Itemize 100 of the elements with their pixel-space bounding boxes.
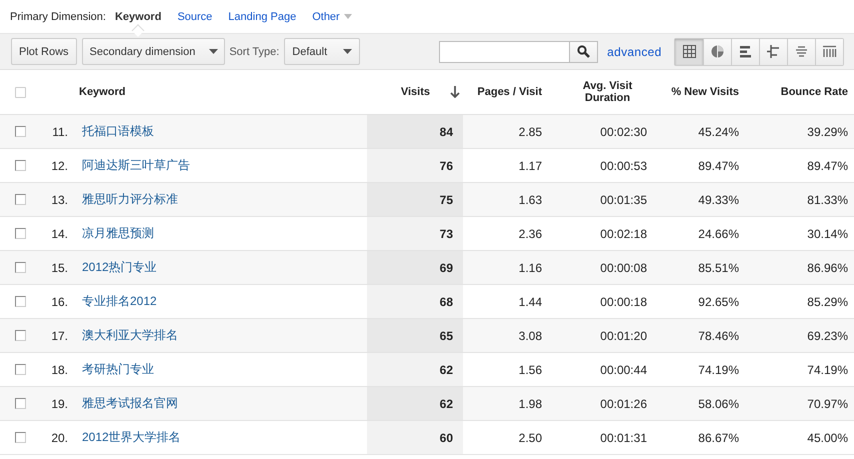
table-cell: 3.08: [518, 328, 542, 342]
keyword-link[interactable]: 2012热门专业: [82, 259, 157, 276]
plot-rows-button[interactable]: Plot Rows: [11, 38, 77, 65]
table-cell: 30.14%: [807, 226, 848, 240]
caret-icon: [343, 49, 352, 54]
row-number: 18.: [51, 362, 68, 376]
keyword-link[interactable]: 阿迪达斯三叶草广告: [82, 157, 190, 174]
table-cell: 73: [440, 226, 453, 240]
row-checkbox[interactable]: [15, 228, 26, 239]
column-header[interactable]: Bounce Rate: [780, 86, 848, 98]
keyword-link[interactable]: 考研热门专业: [82, 361, 154, 378]
table-cell: 62: [440, 362, 453, 376]
term-cloud-icon: [795, 46, 808, 57]
row-checkbox[interactable]: [15, 160, 26, 171]
table-cell: 69.23%: [807, 328, 848, 342]
row-checkbox[interactable]: [15, 296, 26, 307]
table-cell: 00:00:18: [600, 294, 647, 308]
sort-type-dropdown[interactable]: Default: [284, 38, 360, 65]
keyword-link[interactable]: 澳大利亚大学排名: [82, 327, 178, 344]
row-checkbox[interactable]: [15, 432, 26, 443]
advanced-link[interactable]: advanced: [607, 44, 662, 58]
select-all-checkbox[interactable]: [15, 86, 26, 98]
column-header[interactable]: Keyword: [79, 86, 126, 98]
table-cell: 85.51%: [698, 260, 739, 274]
table-cell: 60: [440, 430, 453, 444]
table-cell: 00:00:53: [600, 158, 647, 172]
row-number: 11.: [52, 124, 68, 138]
view-button[interactable]: [675, 38, 703, 64]
sort-type-label: Sort Type:: [229, 46, 280, 58]
row-checkbox[interactable]: [15, 398, 26, 409]
table-cell: 86.67%: [698, 430, 739, 444]
row-number: 13.: [51, 192, 68, 206]
table-cell: 74.19%: [807, 362, 848, 376]
keyword-link[interactable]: 雅思考试报名官网: [82, 395, 178, 412]
table-cell: 1.17: [518, 158, 542, 172]
keyword-link[interactable]: 托福口语模板: [82, 123, 154, 140]
selected-dimension[interactable]: Keyword: [114, 10, 162, 22]
column-header[interactable]: Avg. Visit Duration: [572, 80, 642, 104]
table-cell: 00:01:35: [600, 192, 647, 206]
table-cell: 85.29%: [807, 294, 848, 308]
search-button[interactable]: [570, 40, 598, 62]
table-cell: 2.50: [518, 430, 542, 444]
row-checkbox[interactable]: [15, 330, 26, 341]
column-header[interactable]: % New Visits: [671, 86, 739, 98]
table-cell: 58.06%: [698, 396, 739, 410]
row-number: 20.: [51, 430, 68, 444]
keyword-link[interactable]: 专业排名2012: [82, 293, 157, 310]
row-number: 19.: [51, 396, 68, 410]
row-checkbox[interactable]: [15, 194, 26, 205]
table-cell: 00:01:20: [600, 328, 647, 342]
row-number: 14.: [51, 226, 68, 240]
table-cell: 65: [440, 328, 453, 342]
column-header[interactable]: Pages / Visit: [477, 86, 542, 98]
table-cell: 49.33%: [698, 192, 739, 206]
dimension-link[interactable]: Source: [177, 10, 212, 22]
table-cell: 89.47%: [698, 158, 739, 172]
caret-icon: [209, 49, 218, 54]
view-button[interactable]: [759, 38, 787, 64]
table-cell: 84: [440, 124, 453, 138]
secondary-dimension-dropdown[interactable]: Secondary dimension: [82, 38, 226, 65]
dimension-link[interactable]: Landing Page: [228, 10, 296, 22]
row-number: 12.: [51, 158, 68, 172]
search-icon: [578, 45, 590, 58]
table-cell: 78.46%: [698, 328, 739, 342]
table-cell: 62: [440, 396, 453, 410]
dimension-link[interactable]: Other: [312, 10, 340, 22]
table-cell: 1.16: [518, 260, 542, 274]
sort-arrow-icon: [450, 86, 460, 98]
row-number: 17.: [51, 328, 68, 342]
table-cell: 1.63: [518, 192, 542, 206]
view-button[interactable]: [787, 38, 815, 64]
table-cell: 2.85: [518, 124, 542, 138]
comparison-icon: [766, 44, 780, 59]
pie-chart-icon: [712, 45, 724, 58]
row-checkbox[interactable]: [15, 126, 26, 137]
view-button[interactable]: [731, 38, 759, 64]
table-cell: 81.33%: [807, 192, 848, 206]
keyword-link[interactable]: 2012世界大学排名: [82, 429, 181, 446]
view-button[interactable]: [703, 38, 731, 64]
keyword-link[interactable]: 凉月雅思预测: [82, 225, 154, 242]
table-cell: 1.56: [518, 362, 542, 376]
table-cell: 70.97%: [807, 396, 848, 410]
table-cell: 89.47%: [807, 158, 848, 172]
table-cell: 00:00:44: [600, 362, 647, 376]
row-number: 15.: [51, 260, 68, 274]
search-field[interactable]: [439, 40, 570, 62]
table-cell: 00:00:08: [600, 260, 647, 274]
row-number: 16.: [51, 294, 68, 308]
table-cell: 69: [440, 260, 453, 274]
pivot-icon: [822, 46, 837, 58]
column-header[interactable]: Visits: [400, 86, 460, 98]
table-cell: 00:01:26: [600, 396, 647, 410]
view-button[interactable]: [815, 38, 843, 64]
table-cell: 00:02:30: [600, 124, 647, 138]
row-checkbox[interactable]: [15, 262, 26, 273]
table-cell: 86.96%: [807, 260, 848, 274]
keyword-link[interactable]: 雅思听力评分标准: [82, 191, 178, 208]
row-checkbox[interactable]: [15, 364, 26, 375]
table-cell: 74.19%: [698, 362, 739, 376]
bar-chart-icon: [740, 46, 751, 58]
